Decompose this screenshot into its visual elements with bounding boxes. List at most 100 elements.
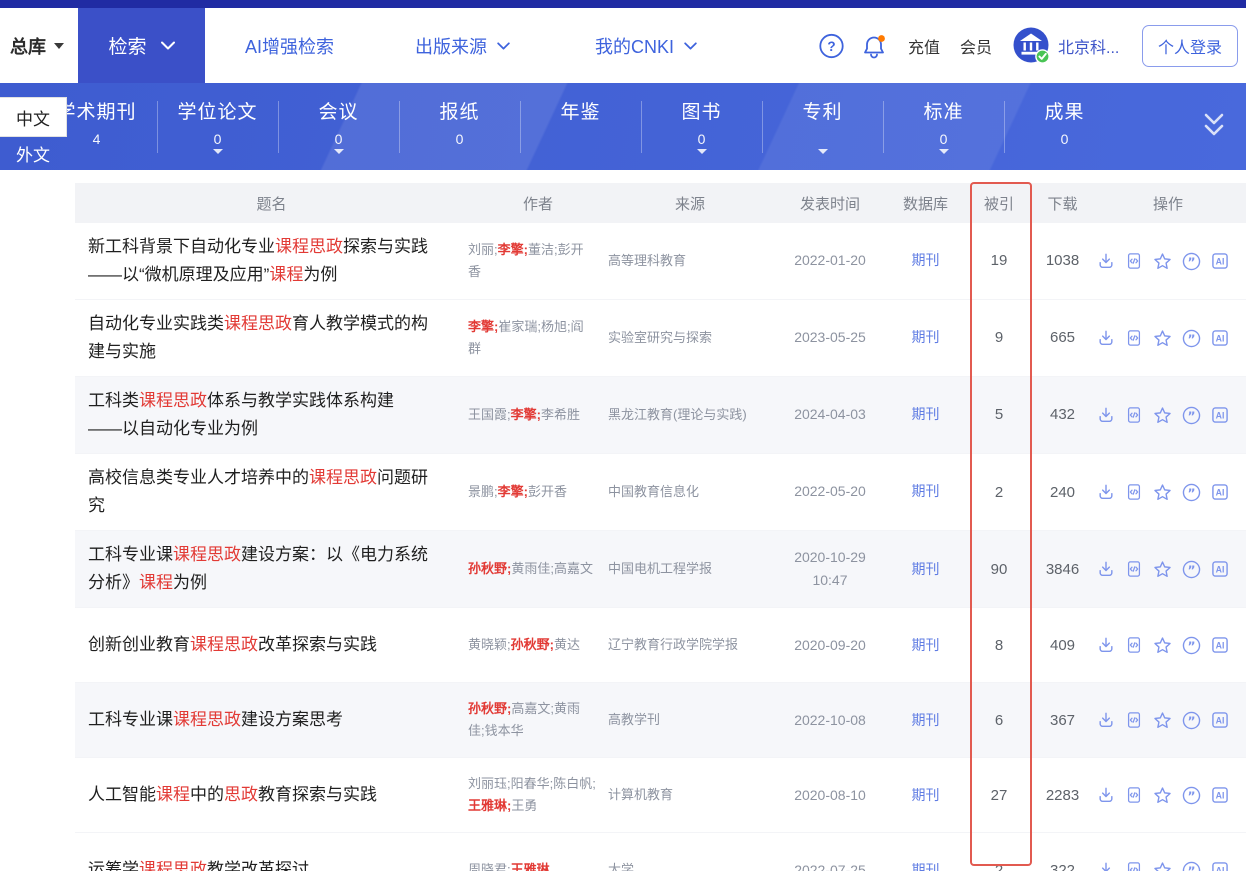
cited-count[interactable]: 90	[963, 531, 1035, 607]
favorite-star-icon[interactable]	[1152, 559, 1173, 580]
lang-tab-chinese[interactable]: 中文	[0, 98, 66, 136]
download-icon[interactable]	[1096, 710, 1116, 730]
html-read-icon[interactable]	[1124, 482, 1144, 502]
result-authors[interactable]: 黄晓颖;孙秋野;黄达	[468, 608, 608, 682]
result-title[interactable]: 新工科背景下自动化专业课程思政探索与实践 ——以“微机原理及应用”课程为例	[75, 223, 468, 299]
doc-type-tab[interactable]: 成果 0	[1004, 83, 1125, 170]
download-icon[interactable]	[1096, 328, 1116, 348]
recharge-link[interactable]: 充值	[908, 8, 940, 83]
favorite-star-icon[interactable]	[1152, 635, 1173, 656]
ai-assist-icon[interactable]: AI	[1210, 635, 1230, 655]
doc-type-tab[interactable]: 专利	[762, 83, 883, 170]
favorite-star-icon[interactable]	[1152, 405, 1173, 426]
html-read-icon[interactable]	[1124, 251, 1144, 271]
result-title[interactable]: 运筹学课程思政教学改革探讨	[75, 833, 468, 871]
html-read-icon[interactable]	[1124, 559, 1144, 579]
result-source[interactable]: 实验室研究与探索	[608, 300, 772, 376]
cite-quote-icon[interactable]: ”	[1181, 785, 1202, 806]
result-authors[interactable]: 孙秋野;黄雨佳;高嘉文	[468, 531, 608, 607]
ai-assist-icon[interactable]: AI	[1210, 251, 1230, 271]
result-authors[interactable]: 王国霞;李擎;李希胜	[468, 377, 608, 453]
member-link[interactable]: 会员	[960, 8, 992, 83]
ai-assist-icon[interactable]: AI	[1210, 482, 1230, 502]
lang-tab-foreign[interactable]: 外文	[0, 140, 66, 167]
ai-assist-icon[interactable]: AI	[1210, 328, 1230, 348]
library-selector[interactable]: 总库	[10, 8, 64, 83]
cite-quote-icon[interactable]: ”	[1181, 405, 1202, 426]
doc-type-tab[interactable]: 标准 0	[883, 83, 1004, 170]
help-icon[interactable]: ?	[818, 32, 845, 59]
result-authors[interactable]: 孙秋野;高嘉文;黄雨佳;钱本华	[468, 683, 608, 757]
cited-count[interactable]: 8	[963, 608, 1035, 682]
cite-quote-icon[interactable]: ”	[1181, 251, 1202, 272]
result-source[interactable]: 高等理科教育	[608, 223, 772, 299]
html-read-icon[interactable]	[1124, 860, 1144, 871]
nav-ai-enhanced-search[interactable]: AI增强检索	[245, 8, 334, 83]
nav-publication-source[interactable]: 出版来源	[415, 8, 510, 83]
download-count[interactable]: 2283	[1035, 758, 1090, 832]
result-title[interactable]: 高校信息类专业人才培养中的课程思政问题研究	[75, 454, 468, 530]
result-authors[interactable]: 刘丽;李擎;董洁;彭开香	[468, 223, 608, 299]
download-icon[interactable]	[1096, 482, 1116, 502]
result-authors[interactable]: 刘丽珏;阳春华;陈白帆;王雅琳;王勇	[468, 758, 608, 832]
result-authors[interactable]: 李擎;崔家瑞;杨旭;阎群	[468, 300, 608, 376]
cite-quote-icon[interactable]: ”	[1181, 860, 1202, 871]
ai-assist-icon[interactable]: AI	[1210, 710, 1230, 730]
doc-type-tab[interactable]: 会议 0	[278, 83, 399, 170]
favorite-star-icon[interactable]	[1152, 328, 1173, 349]
html-read-icon[interactable]	[1124, 328, 1144, 348]
ai-assist-icon[interactable]: AI	[1210, 860, 1230, 871]
ai-assist-icon[interactable]: AI	[1210, 405, 1230, 425]
result-authors[interactable]: 周晓君;王雅琳	[468, 833, 608, 871]
html-read-icon[interactable]	[1124, 635, 1144, 655]
download-count[interactable]: 432	[1035, 377, 1090, 453]
download-icon[interactable]	[1096, 405, 1116, 425]
download-icon[interactable]	[1096, 785, 1116, 805]
cite-quote-icon[interactable]: ”	[1181, 635, 1202, 656]
cited-count[interactable]: 2	[963, 833, 1035, 871]
notification-bell-icon[interactable]	[860, 32, 888, 60]
ai-assist-icon[interactable]: AI	[1210, 785, 1230, 805]
download-count[interactable]: 367	[1035, 683, 1090, 757]
result-source[interactable]: 辽宁教育行政学院学报	[608, 608, 772, 682]
cite-quote-icon[interactable]: ”	[1181, 328, 1202, 349]
nav-my-cnki[interactable]: 我的CNKI	[595, 8, 697, 83]
result-title[interactable]: 工科专业课课程思政建设方案：以《电力系统 分析》课程为例	[75, 531, 468, 607]
html-read-icon[interactable]	[1124, 405, 1144, 425]
cite-quote-icon[interactable]: ”	[1181, 559, 1202, 580]
doc-type-tab[interactable]: 年鉴	[520, 83, 641, 170]
download-count[interactable]: 3846	[1035, 531, 1090, 607]
cited-count[interactable]: 27	[963, 758, 1035, 832]
download-icon[interactable]	[1096, 635, 1116, 655]
result-title[interactable]: 创新创业教育课程思政改革探索与实践	[75, 608, 468, 682]
personal-login-button[interactable]: 个人登录	[1141, 24, 1238, 67]
favorite-star-icon[interactable]	[1152, 710, 1173, 731]
html-read-icon[interactable]	[1124, 785, 1144, 805]
result-source[interactable]: 黑龙江教育(理论与实践)	[608, 377, 772, 453]
collapse-tabs-icon[interactable]	[1198, 109, 1230, 141]
download-icon[interactable]	[1096, 251, 1116, 271]
html-read-icon[interactable]	[1124, 710, 1144, 730]
cite-quote-icon[interactable]: ”	[1181, 482, 1202, 503]
result-source[interactable]: 高教学刊	[608, 683, 772, 757]
org-name[interactable]: 北京科...	[1058, 8, 1119, 83]
cited-count[interactable]: 2	[963, 454, 1035, 530]
download-icon[interactable]	[1096, 559, 1116, 579]
cited-count[interactable]: 9	[963, 300, 1035, 376]
result-title[interactable]: 工科类课程思政体系与教学实践体系构建 ——以自动化专业为例	[75, 377, 468, 453]
doc-type-tab[interactable]: 学位论文 0	[157, 83, 278, 170]
result-title[interactable]: 人工智能课程中的思政教育探索与实践	[75, 758, 468, 832]
result-source[interactable]: 大学	[608, 833, 772, 871]
download-count[interactable]: 409	[1035, 608, 1090, 682]
cited-count[interactable]: 5	[963, 377, 1035, 453]
download-count[interactable]: 665	[1035, 300, 1090, 376]
ai-assist-icon[interactable]: AI	[1210, 559, 1230, 579]
result-source[interactable]: 计算机教育	[608, 758, 772, 832]
result-source[interactable]: 中国电机工程学报	[608, 531, 772, 607]
cited-count[interactable]: 6	[963, 683, 1035, 757]
download-count[interactable]: 1038	[1035, 223, 1090, 299]
favorite-star-icon[interactable]	[1152, 482, 1173, 503]
favorite-star-icon[interactable]	[1152, 860, 1173, 871]
download-count[interactable]: 322	[1035, 833, 1090, 871]
result-authors[interactable]: 景鹏;李擎;彭开香	[468, 454, 608, 530]
